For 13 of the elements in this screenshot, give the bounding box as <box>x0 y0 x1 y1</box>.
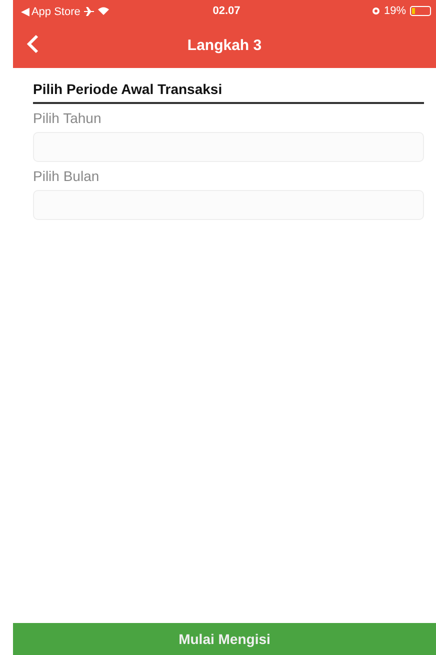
wifi-icon <box>98 7 110 15</box>
section-title: Pilih Periode Awal Transaksi <box>33 81 424 104</box>
battery-icon <box>410 6 432 16</box>
back-icon[interactable] <box>27 34 39 54</box>
lock-rotation-icon <box>372 7 380 15</box>
back-app-link[interactable]: ◀ App Store <box>21 4 80 18</box>
airplane-icon <box>84 6 94 16</box>
status-time: 02.07 <box>212 5 240 17</box>
page-title: Langkah 3 <box>187 36 262 54</box>
battery-percent: 19% <box>384 5 406 17</box>
field-label: Pilih Bulan <box>33 168 100 184</box>
start-button[interactable]: Mulai Mengisi <box>13 623 436 655</box>
field-label: Pilih Tahun <box>33 110 102 126</box>
